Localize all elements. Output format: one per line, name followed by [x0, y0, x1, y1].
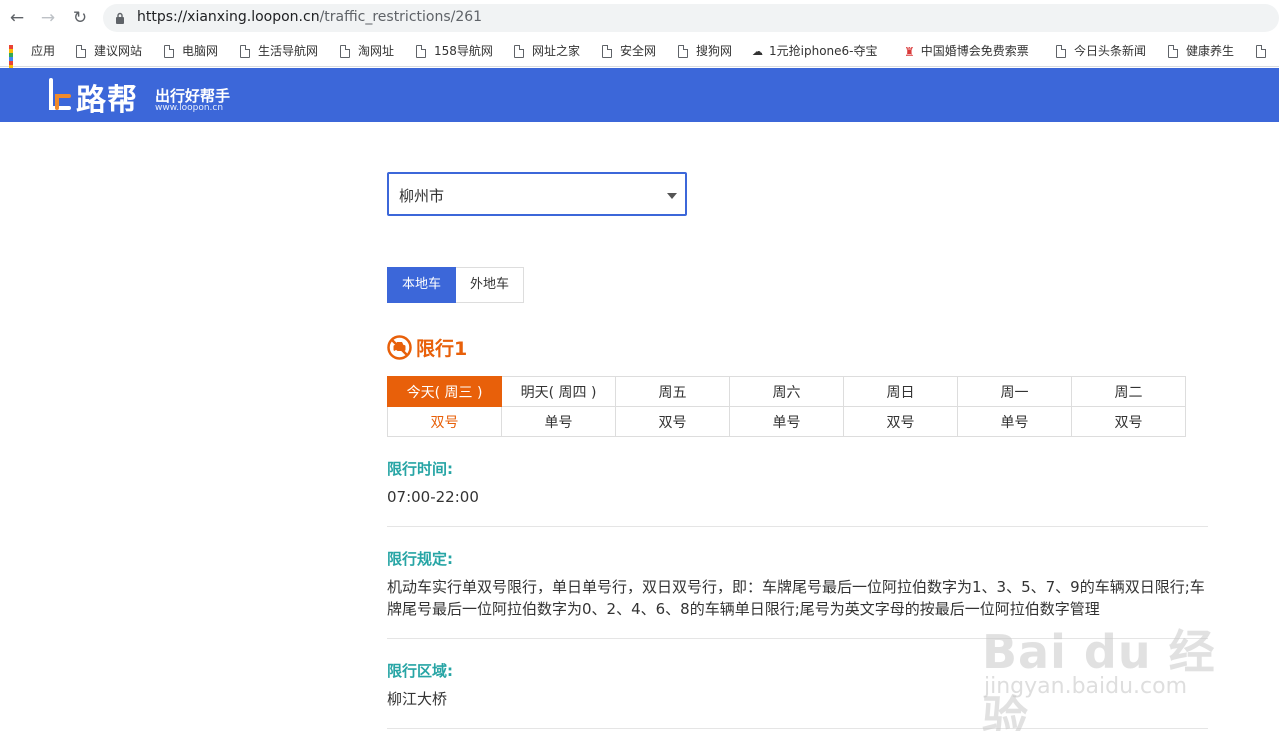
bookmark-item[interactable]: 淘网址 [340, 42, 394, 60]
plate-cell: 单号 [501, 406, 616, 437]
bookmark-label: 健康养生 [1186, 44, 1235, 58]
bookmark-label: 今日头条新闻 [1074, 44, 1147, 58]
day-cell: 周六 [729, 376, 844, 407]
cloud-icon: ☁ [752, 44, 763, 58]
bookmark-label: 淘网址 [358, 44, 395, 58]
chevron-down-icon [667, 193, 677, 199]
bookmark-label: 网址之家 [532, 44, 581, 58]
day-cell: 周日 [843, 376, 958, 407]
area-value: 柳江大桥 [387, 690, 448, 708]
page-icon [514, 45, 524, 58]
page-icon [240, 45, 250, 58]
rule-value: 机动车实行单双号限行，单日单号行，双日双号行，即：车牌尾号最后一位阿拉伯数字为1… [387, 578, 1205, 618]
bookmark-item[interactable]: 158导航网 [416, 42, 493, 60]
bookmark-item[interactable]: 今日头条新闻 [1056, 42, 1146, 60]
restriction-time-section: 限行时间: 07:00-22:00 [387, 458, 1208, 527]
bookmark-overflow[interactable] [1256, 42, 1274, 60]
day-cell: 周五 [615, 376, 730, 407]
bookmark-item[interactable]: ☁ 1元抢iphone6-夺宝 [752, 42, 878, 60]
tab-nonlocal-car[interactable]: 外地车 [456, 267, 525, 303]
back-icon[interactable]: ← [7, 8, 27, 28]
page-icon [1056, 45, 1066, 58]
day-cell: 周二 [1071, 376, 1186, 407]
page-icon [164, 45, 174, 58]
lock-icon [116, 12, 124, 24]
bookmark-label: 安全网 [620, 44, 657, 58]
page-icon [1168, 45, 1178, 58]
page-icon [602, 45, 612, 58]
site-url: www.loopon.cn [155, 103, 224, 113]
crown-icon: ♜ [904, 44, 915, 59]
bookmark-label: 搜狗网 [696, 44, 733, 58]
bookmark-label: 1元抢iphone6-夺宝 [769, 44, 878, 58]
bookmark-apps[interactable]: 应用 [9, 42, 56, 81]
bookmark-label: 建议网站 [94, 44, 143, 58]
bookmarks-bar: 应用 建议网站 电脑网 生活导航网 淘网址 158导航网 网址之家 安全网 搜狗… [0, 36, 1279, 81]
bookmark-label: 应用 [31, 44, 56, 58]
page-icon [678, 45, 688, 58]
plate-cell: 双号 [387, 406, 502, 437]
bookmark-label: 158导航网 [434, 44, 493, 58]
day-cell: 周一 [957, 376, 1072, 407]
browser-toolbar: ← → ↻ https://xianxing.loopon.cn/traffic… [0, 0, 1279, 36]
page-icon [1256, 45, 1266, 58]
bookmark-item[interactable]: 搜狗网 [678, 42, 732, 60]
bookmark-item[interactable]: 电脑网 [164, 42, 218, 60]
time-value: 07:00-22:00 [387, 488, 479, 506]
bookmark-item[interactable]: 网址之家 [514, 42, 580, 60]
plate-cell: 双号 [1071, 406, 1186, 437]
url-path: /traffic_restrictions/261 [319, 9, 483, 25]
day-cell: 明天( 周四 ) [501, 376, 616, 407]
city-select-value: 柳州市 [399, 187, 445, 205]
apps-icon [9, 44, 23, 81]
city-select[interactable]: 柳州市 [387, 172, 687, 216]
url-host: https://xianxing.loopon.cn [137, 9, 320, 25]
plate-cell: 双号 [615, 406, 730, 437]
bookmark-label: 生活导航网 [258, 44, 319, 58]
table-row: 双号 单号 双号 单号 双号 单号 双号 [387, 406, 1186, 437]
restriction-rule-section: 限行规定: 机动车实行单双号限行，单日单号行，双日双号行，即：车牌尾号最后一位阿… [387, 548, 1208, 639]
vehicle-tabs: 本地车 外地车 [387, 267, 525, 303]
bookmark-label: 电脑网 [182, 44, 219, 58]
area-label: 限行区域: [387, 662, 453, 680]
forward-icon[interactable]: → [38, 8, 58, 28]
day-cell: 今天( 周三 ) [387, 376, 502, 407]
bookmark-item[interactable]: 健康养生 [1168, 42, 1234, 60]
site-header: 路帮 出行好帮手 www.loopon.cn [0, 68, 1279, 122]
bookmark-item[interactable]: 建议网站 [76, 42, 142, 60]
page-icon [416, 45, 426, 58]
table-row: 今天( 周三 ) 明天( 周四 ) 周五 周六 周日 周一 周二 [387, 376, 1186, 407]
tab-local-car[interactable]: 本地车 [387, 267, 457, 303]
restriction-week-table: 今天( 周三 ) 明天( 周四 ) 周五 周六 周日 周一 周二 双号 单号 双… [387, 376, 1186, 437]
page-icon [76, 45, 86, 58]
page-icon [340, 45, 350, 58]
plate-cell: 单号 [729, 406, 844, 437]
bookmark-item[interactable]: 安全网 [602, 42, 656, 60]
no-car-icon [387, 334, 412, 360]
logo-text[interactable]: 路帮 [76, 75, 138, 119]
plate-cell: 双号 [843, 406, 958, 437]
rule-label: 限行规定: [387, 550, 453, 568]
address-bar[interactable]: https://xianxing.loopon.cn/traffic_restr… [103, 4, 1279, 32]
restriction-area-section: 限行区域: 柳江大桥 [387, 660, 1208, 729]
url-text: https://xianxing.loopon.cn/traffic_restr… [137, 9, 482, 25]
logo-icon[interactable] [47, 78, 73, 112]
reload-icon[interactable]: ↻ [70, 8, 90, 28]
bookmark-label: 中国婚博会免费索票 [920, 44, 1029, 58]
time-label: 限行时间: [387, 460, 453, 478]
bookmark-item[interactable]: ♜ 中国婚博会免费索票 [904, 42, 1029, 60]
restriction-title: 限行1 [416, 337, 468, 360]
restriction-heading: 限行1 [387, 333, 467, 361]
plate-cell: 单号 [957, 406, 1072, 437]
bookmark-item[interactable]: 生活导航网 [240, 42, 318, 60]
